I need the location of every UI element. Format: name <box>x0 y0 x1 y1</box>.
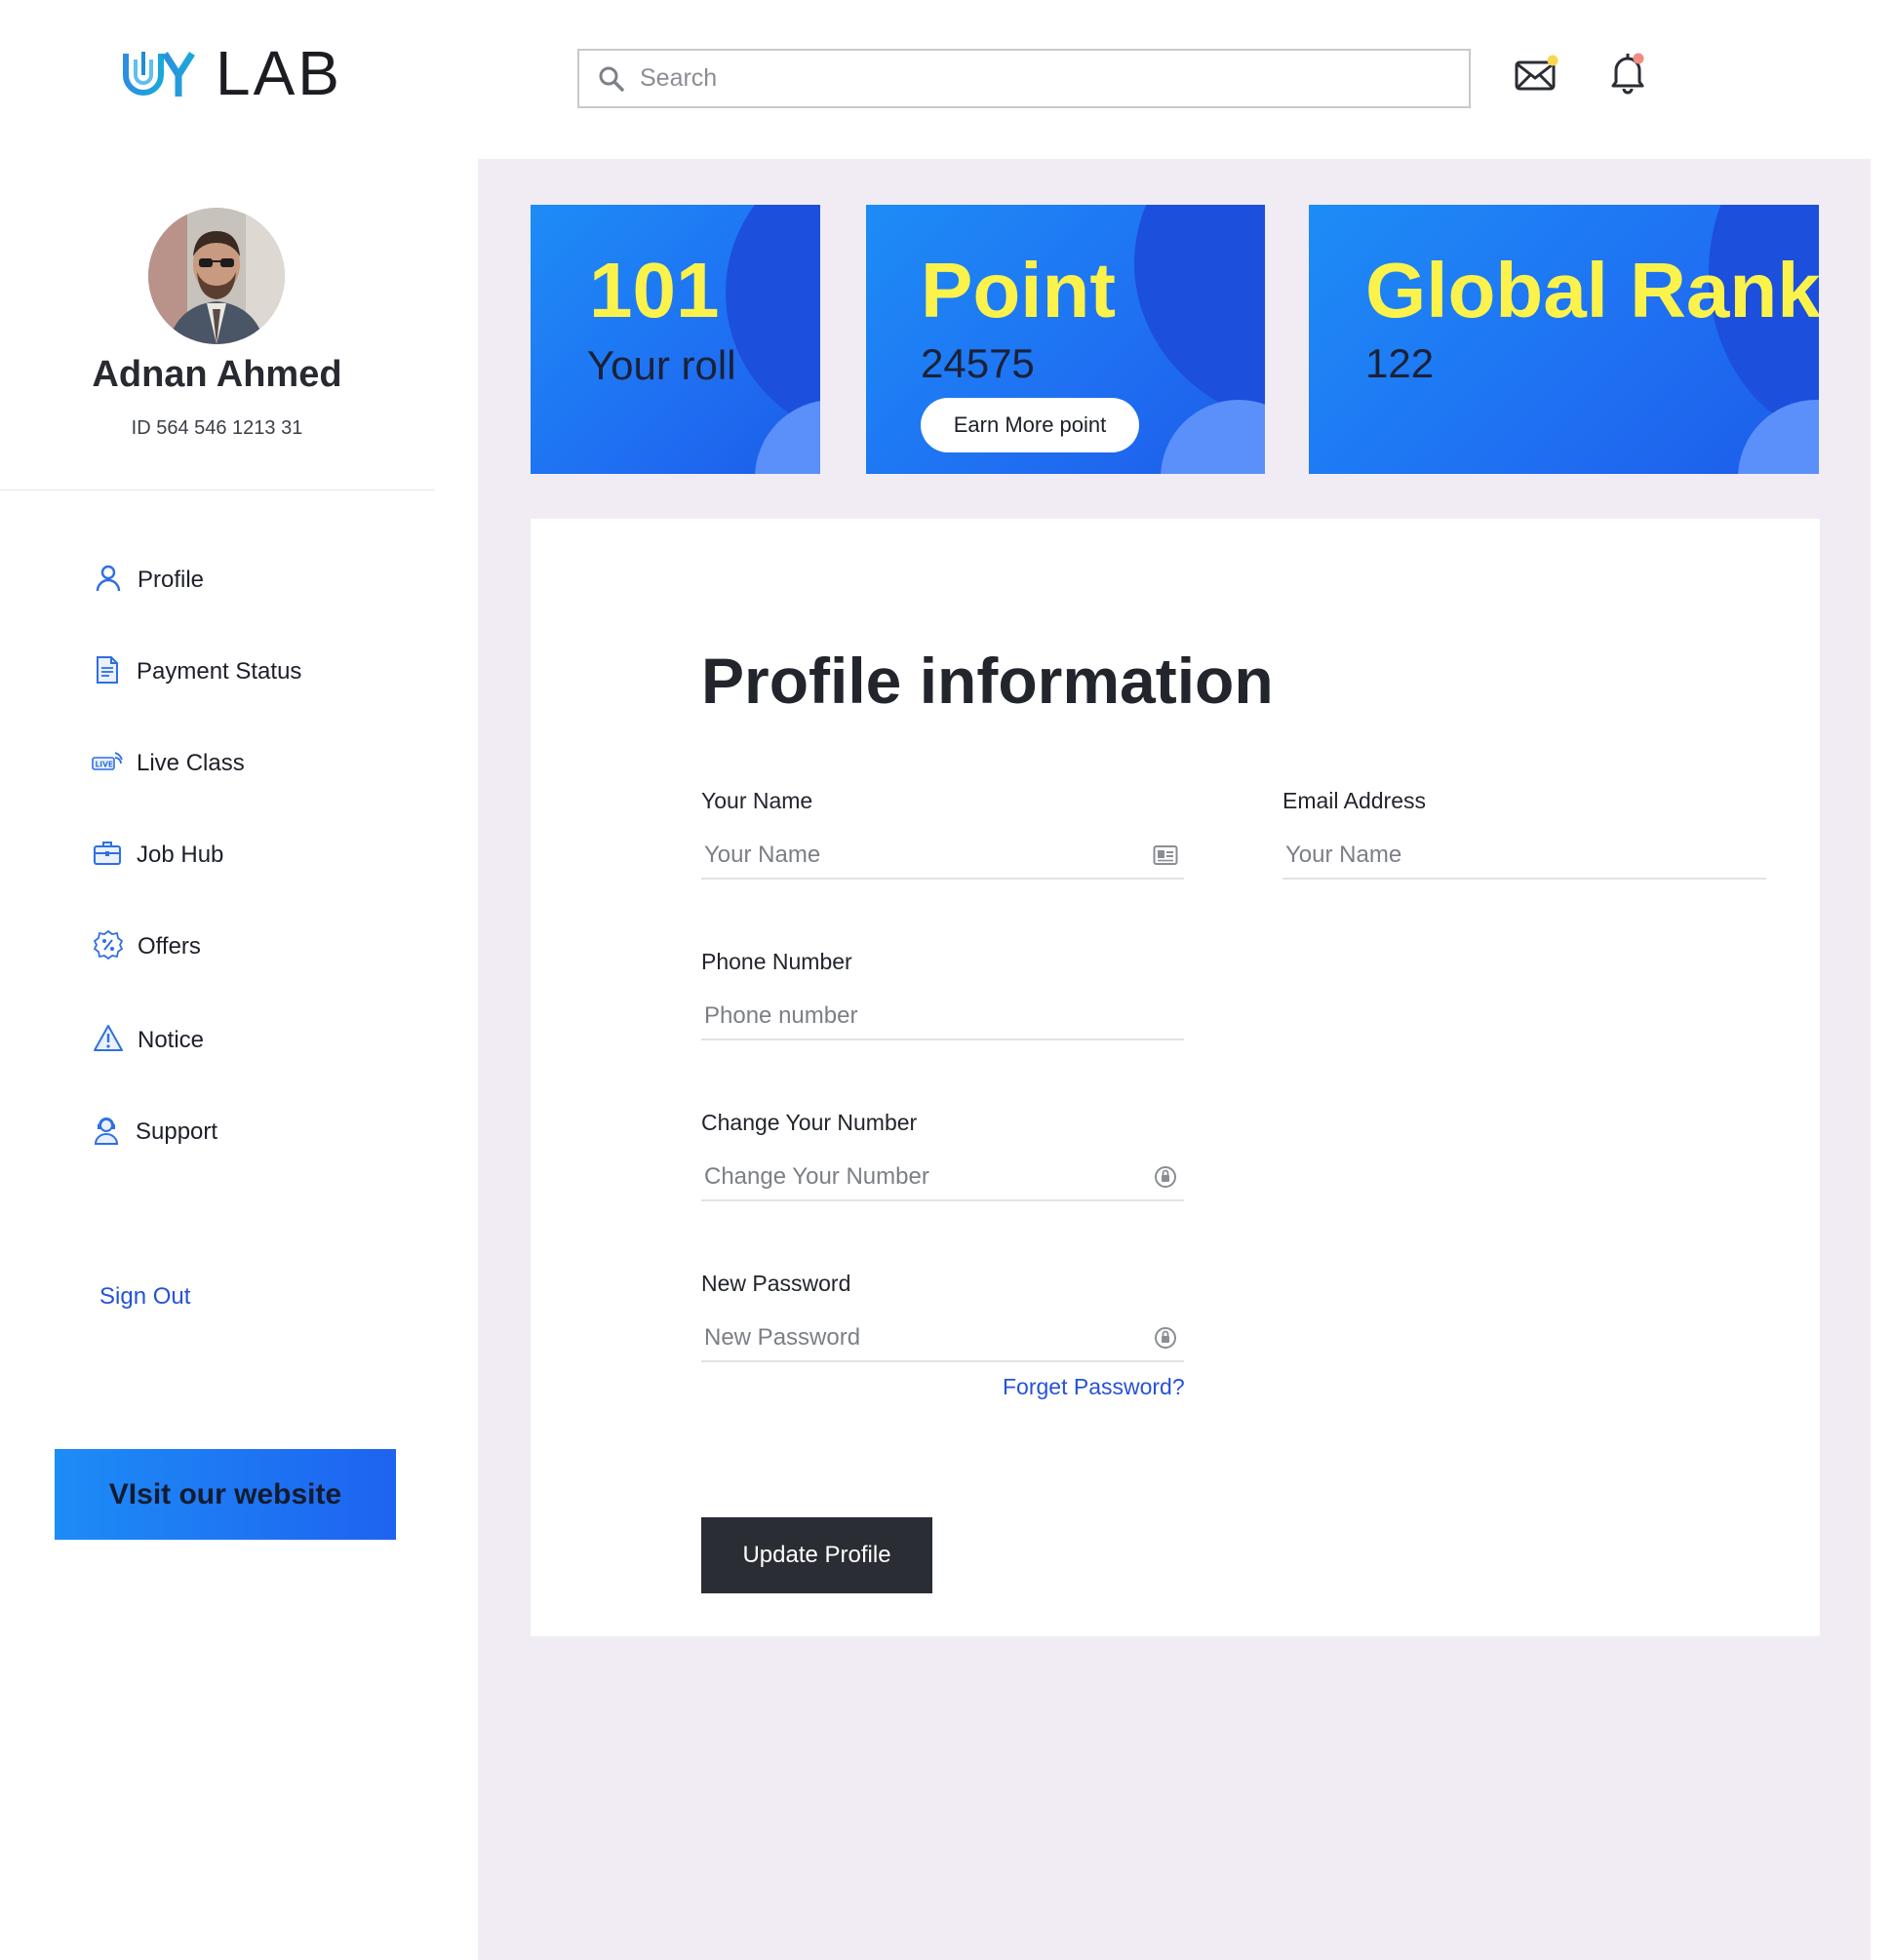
global-rank-title: Global Rank <box>1365 247 1819 333</box>
email-field-wrapper <box>1282 833 1766 880</box>
sidebar: Adnan Ahmed ID 564 546 1213 31 Profile P… <box>0 159 478 1960</box>
mail-icon[interactable] <box>1512 51 1560 99</box>
change-number-input[interactable] <box>701 1163 1184 1191</box>
global-rank-value: 122 <box>1365 340 1435 386</box>
user-icon <box>93 563 124 599</box>
sidebar-item-label: Support <box>136 1118 218 1145</box>
update-profile-button[interactable]: Update Profile <box>701 1517 932 1593</box>
new-password-label: New Password <box>701 1271 851 1296</box>
card-decoration <box>1161 400 1265 474</box>
sidebar-item-label: Live Class <box>137 750 245 776</box>
sidebar-item-job-hub[interactable]: Job Hub <box>92 834 223 877</box>
warning-icon <box>93 1023 124 1059</box>
main-content: 101 Your roll Point 24575 Earn More poin… <box>478 159 1871 1960</box>
roll-stat-card: 101 Your roll <box>531 205 820 474</box>
support-agent-icon <box>91 1115 122 1151</box>
lock-icon <box>1153 1164 1178 1190</box>
top-header: LAB <box>0 0 1894 159</box>
change-number-label: Change Your Number <box>701 1110 918 1135</box>
name-field-wrapper <box>701 833 1184 880</box>
live-icon: LIVE <box>92 746 123 782</box>
briefcase-icon <box>92 838 123 874</box>
avatar[interactable] <box>148 208 285 344</box>
sidebar-item-label: Offers <box>138 933 201 960</box>
sidebar-item-notice[interactable]: Notice <box>93 1019 204 1062</box>
email-label: Email Address <box>1282 788 1427 813</box>
sidebar-item-label: Profile <box>138 567 205 593</box>
sidebar-item-payment-status[interactable]: Payment Status <box>92 650 301 693</box>
lock-icon <box>1153 1325 1178 1351</box>
forget-password-link[interactable]: Forget Password? <box>1003 1374 1185 1400</box>
new-password-field-wrapper <box>701 1315 1184 1362</box>
search-input[interactable] <box>640 64 1440 93</box>
card-decoration <box>1738 400 1819 474</box>
search-bar[interactable] <box>577 49 1471 108</box>
change-number-field-wrapper <box>701 1155 1184 1201</box>
name-label: Your Name <box>701 788 813 813</box>
email-input[interactable] <box>1282 842 1766 869</box>
user-name: Adnan Ahmed <box>92 354 342 395</box>
sidebar-item-label: Job Hub <box>137 842 224 868</box>
logo-text: LAB <box>216 38 342 108</box>
roll-label: Your roll <box>587 342 736 388</box>
sidebar-item-live-class[interactable]: LIVE Live Class <box>92 742 245 785</box>
earn-more-point-button[interactable]: Earn More point <box>921 398 1139 452</box>
card-decoration <box>1134 205 1265 429</box>
user-id: ID 564 546 1213 31 <box>131 417 303 439</box>
logo-mark-icon <box>122 46 202 100</box>
point-title: Point <box>921 247 1116 333</box>
phone-field-wrapper <box>701 994 1184 1040</box>
id-card-icon <box>1153 843 1178 868</box>
notification-bell-icon[interactable] <box>1603 47 1652 96</box>
discount-badge-icon <box>93 929 124 965</box>
sidebar-item-support[interactable]: Support <box>91 1111 217 1154</box>
sign-out-link[interactable]: Sign Out <box>99 1283 190 1311</box>
point-stat-card: Point 24575 Earn More point <box>866 205 1265 474</box>
sidebar-item-label: Payment Status <box>137 658 302 685</box>
new-password-input[interactable] <box>701 1324 1184 1352</box>
profile-form-panel: Profile information Your Name Email Addr… <box>531 519 1820 1636</box>
phone-label: Phone Number <box>701 949 852 974</box>
sidebar-item-profile[interactable]: Profile <box>93 559 204 602</box>
document-icon <box>92 654 123 690</box>
roll-value: 101 <box>589 247 720 333</box>
global-rank-stat-card: Global Rank 122 <box>1309 205 1819 474</box>
brand-logo[interactable]: LAB <box>122 41 342 105</box>
point-value: 24575 <box>921 340 1035 386</box>
phone-input[interactable] <box>701 1002 1184 1030</box>
name-input[interactable] <box>701 842 1184 869</box>
sidebar-item-label: Notice <box>138 1027 205 1053</box>
sidebar-item-offers[interactable]: Offers <box>93 925 201 968</box>
svg-text:LIVE: LIVE <box>96 760 114 768</box>
page-title: Profile information <box>701 645 1274 717</box>
search-icon <box>597 64 626 94</box>
visit-website-button[interactable]: VIsit our website <box>55 1449 396 1540</box>
